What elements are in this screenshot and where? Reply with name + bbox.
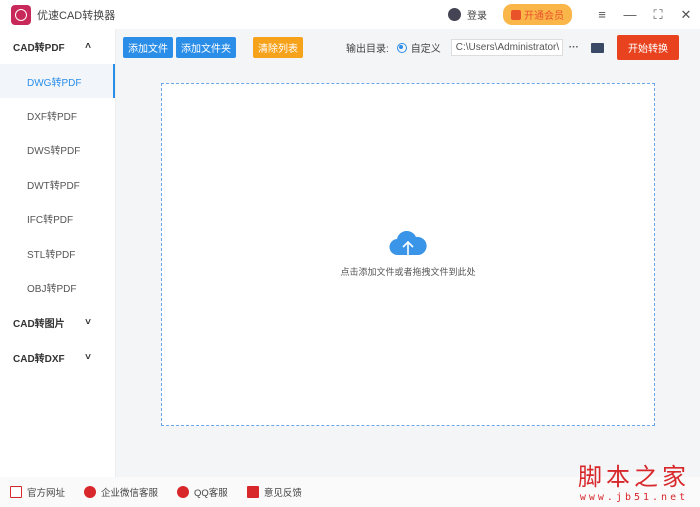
sidebar-item-ifc-pdf[interactable]: IFC转PDF	[0, 202, 115, 236]
minimize-icon[interactable]: —	[616, 7, 644, 22]
footer-label: 官方网址	[27, 488, 66, 499]
footer-label: 企业微信客服	[101, 488, 159, 499]
vip-button[interactable]: 开通会员	[503, 4, 572, 25]
main-panel: 添加文件 添加文件夹 清除列表 输出目录: 自定义 C:\Users\Admin…	[116, 29, 700, 477]
menu-icon[interactable]: ≡	[588, 7, 616, 22]
app-title: 优速CAD转换器	[37, 9, 116, 22]
toolbar: 添加文件 添加文件夹 清除列表 输出目录: 自定义 C:\Users\Admin…	[116, 29, 700, 66]
maximize-icon[interactable]: ⛶	[644, 7, 672, 23]
add-folder-button[interactable]: 添加文件夹	[176, 37, 236, 58]
group-label: CAD转图片	[13, 318, 65, 330]
footer-label: 意见反馈	[263, 488, 302, 499]
sidebar: CAD转PDF ˄ DWG转PDF DXF转PDF DWS转PDF DWT转PDF…	[0, 29, 116, 477]
login-button[interactable]: 登录	[448, 7, 487, 22]
group-label: CAD转PDF	[13, 43, 65, 54]
output-path-input[interactable]: C:\Users\Administrator\	[450, 39, 563, 56]
watermark-url: www.jb51.net	[579, 492, 689, 503]
web-icon	[10, 486, 22, 498]
chevron-down-icon: ˅	[85, 351, 91, 363]
clear-list-button[interactable]: 清除列表	[253, 37, 303, 58]
wechat-icon	[84, 486, 97, 498]
chevron-down-icon: ˅	[85, 316, 91, 328]
vip-icon	[511, 9, 521, 20]
vip-label: 开通会员	[524, 11, 564, 22]
sidebar-item-stl-pdf[interactable]: STL转PDF	[0, 236, 115, 270]
folder-icon[interactable]	[590, 42, 604, 53]
qq-icon	[177, 486, 190, 498]
watermark-title: 脚本之家	[578, 463, 690, 491]
official-site-link[interactable]: 官方网址	[10, 485, 65, 499]
add-file-button[interactable]: 添加文件	[123, 37, 173, 58]
sidebar-item-dwt-pdf[interactable]: DWT转PDF	[0, 167, 115, 201]
close-icon[interactable]: ✕	[672, 7, 700, 23]
more-button[interactable]: ···	[569, 42, 579, 53]
feedback-link[interactable]: 意见反馈	[246, 485, 302, 499]
custom-label: 自定义	[410, 44, 441, 55]
drop-zone[interactable]: 点击添加文件或者拖拽文件到此处	[161, 83, 655, 426]
sidebar-group-cad-pdf[interactable]: CAD转PDF ˄	[0, 29, 115, 64]
sidebar-item-dws-pdf[interactable]: DWS转PDF	[0, 133, 115, 167]
group-label: CAD转DXF	[13, 353, 65, 365]
sidebar-item-dwg-pdf[interactable]: DWG转PDF	[0, 64, 115, 99]
wechat-service-link[interactable]: 企业微信客服	[84, 485, 158, 499]
sidebar-group-cad-dxf[interactable]: CAD转DXF ˅	[0, 340, 115, 375]
drop-hint: 点击添加文件或者拖拽文件到此处	[340, 267, 476, 277]
feedback-icon	[246, 486, 259, 498]
watermark: 脚本之家 www.jb51.net	[578, 457, 690, 503]
sidebar-item-obj-pdf[interactable]: OBJ转PDF	[0, 270, 115, 304]
cloud-upload-icon	[389, 231, 427, 256]
sidebar-item-dxf-pdf[interactable]: DXF转PDF	[0, 98, 115, 132]
output-dir-label: 输出目录:	[346, 44, 389, 55]
qq-service-link[interactable]: QQ客服	[177, 485, 228, 499]
user-icon	[448, 8, 461, 21]
login-label: 登录	[467, 11, 487, 22]
custom-radio[interactable]	[396, 42, 407, 53]
title-bar: 优速CAD转换器 登录 开通会员 ≡ — ⛶ ✕	[0, 0, 700, 29]
footer-label: QQ客服	[194, 488, 228, 499]
app-logo-icon	[11, 4, 31, 25]
sidebar-group-cad-image[interactable]: CAD转图片 ˅	[0, 305, 115, 340]
chevron-up-icon: ˄	[85, 41, 91, 52]
start-convert-button[interactable]: 开始转换	[617, 35, 679, 60]
